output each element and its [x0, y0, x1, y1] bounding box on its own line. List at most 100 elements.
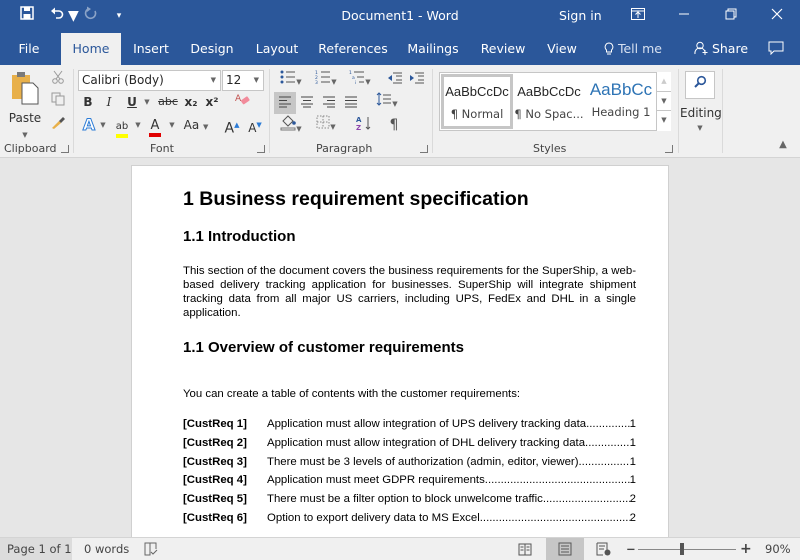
share-button[interactable]: Share: [692, 33, 750, 65]
grow-font-button[interactable]: A▲: [224, 115, 240, 137]
req-text: There must be a filter option to block u…: [267, 493, 543, 505]
customize-qat-icon[interactable]: ▾: [108, 6, 130, 26]
font-color-dropdown-icon[interactable]: ▼: [168, 115, 176, 135]
show-formatting-marks-button[interactable]: ¶: [384, 115, 404, 135]
shrink-font-button[interactable]: A▼: [247, 115, 263, 135]
bullets-button[interactable]: ▼: [276, 70, 306, 90]
sort-button[interactable]: AZ: [354, 115, 374, 135]
style-no-spacing[interactable]: AaBbCcDc ¶ No Spac...: [513, 74, 585, 129]
collapse-ribbon-icon[interactable]: ▲: [776, 135, 790, 155]
tab-home[interactable]: Home: [61, 33, 121, 65]
toc-entry[interactable]: [CustReq 6] Option to export delivery da…: [183, 511, 636, 525]
zoom-slider-thumb[interactable]: [680, 543, 684, 555]
read-mode-icon[interactable]: [518, 538, 536, 560]
web-layout-icon[interactable]: [596, 538, 614, 560]
clear-formatting-icon[interactable]: A: [232, 92, 252, 112]
toc-entry[interactable]: [CustReq 1] Application must allow integ…: [183, 417, 636, 431]
font-dialog-launcher[interactable]: [257, 145, 265, 153]
ribbon-display-options-button[interactable]: [618, 4, 658, 28]
toc-entry[interactable]: [CustReq 5] There must be a filter optio…: [183, 492, 636, 506]
tab-file[interactable]: File: [10, 33, 48, 65]
text-effects-button[interactable]: A: [81, 115, 97, 135]
highlight-dropdown-icon[interactable]: ▼: [134, 115, 142, 135]
tab-layout[interactable]: Layout: [252, 33, 302, 65]
editing-dropdown-icon[interactable]: ▼: [696, 118, 704, 138]
align-center-button[interactable]: [297, 92, 317, 112]
zoom-level[interactable]: 90%: [765, 538, 791, 560]
chevron-down-icon: ▼: [253, 76, 259, 84]
superscript-button[interactable]: x²: [203, 92, 221, 112]
minimize-button[interactable]: [664, 4, 704, 28]
search-icon: [693, 75, 707, 93]
align-left-button[interactable]: [274, 92, 296, 114]
highlight-button[interactable]: ab: [113, 115, 131, 138]
page-count[interactable]: Page 1 of 1: [0, 538, 72, 560]
document-page[interactable]: 1 Business requirement specification 1.1…: [131, 165, 669, 537]
close-button[interactable]: [757, 4, 797, 28]
style-heading-1[interactable]: AaBbCc Heading 1: [585, 74, 657, 129]
restore-button[interactable]: [711, 4, 751, 28]
proofing-icon[interactable]: [144, 538, 158, 560]
sign-in-link[interactable]: Sign in: [559, 8, 602, 23]
print-layout-icon[interactable]: [546, 538, 584, 560]
more-styles-icon[interactable]: ▼: [657, 111, 671, 131]
zoom-in-button[interactable]: +: [740, 538, 752, 560]
tab-references[interactable]: References: [318, 33, 388, 65]
styles-dialog-launcher[interactable]: [665, 145, 673, 153]
style-name: ¶ Normal: [450, 107, 504, 121]
tell-me-button[interactable]: Tell me: [600, 33, 666, 65]
clipboard-dialog-launcher[interactable]: [61, 145, 69, 153]
align-right-button[interactable]: [319, 92, 339, 112]
paste-button[interactable]: Paste ▼: [6, 71, 44, 141]
tab-review[interactable]: Review: [478, 33, 528, 65]
multilevel-list-button[interactable]: 1 a i ▼: [345, 70, 375, 90]
toc-entry[interactable]: [CustReq 4] Application must meet GDPR r…: [183, 473, 636, 487]
line-spacing-button[interactable]: ▼: [372, 92, 402, 112]
scroll-down-icon[interactable]: ▼: [657, 92, 671, 112]
req-text: Option to export delivery data to MS Exc…: [267, 512, 480, 524]
style-preview: AaBbCcDc: [445, 84, 509, 99]
zoom-slider-track[interactable]: [638, 549, 736, 550]
increase-indent-icon[interactable]: [407, 70, 427, 90]
undo-dropdown-icon[interactable]: ▼: [68, 6, 79, 26]
scroll-up-icon[interactable]: ▲: [657, 72, 671, 92]
strikethrough-button[interactable]: abc: [157, 92, 179, 112]
zoom-out-button[interactable]: −: [626, 538, 636, 560]
cut-icon[interactable]: [48, 70, 68, 90]
shading-button[interactable]: ▼: [276, 115, 306, 135]
font-name-combo[interactable]: Calibri (Body) ▼: [78, 70, 221, 91]
italic-button[interactable]: I: [102, 92, 116, 112]
paragraph-dialog-launcher[interactable]: [420, 145, 428, 153]
tab-insert[interactable]: Insert: [127, 33, 175, 65]
save-icon[interactable]: [16, 6, 38, 26]
copy-icon[interactable]: [48, 92, 68, 112]
format-painter-icon[interactable]: [48, 115, 68, 135]
req-id: [CustReq 6]: [183, 512, 247, 524]
comments-button[interactable]: [762, 33, 790, 65]
bold-button[interactable]: B: [81, 92, 95, 112]
undo-icon[interactable]: [46, 6, 68, 26]
tab-mailings[interactable]: Mailings: [404, 33, 462, 65]
toc-entry[interactable]: [CustReq 2] Application must allow integ…: [183, 436, 636, 450]
svg-text:i: i: [355, 80, 356, 84]
font-size-combo[interactable]: 12 ▼: [222, 70, 264, 91]
borders-button[interactable]: ▼: [311, 115, 341, 135]
justify-button[interactable]: [341, 92, 361, 112]
decrease-indent-icon[interactable]: [385, 70, 405, 90]
style-normal[interactable]: AaBbCcDc ¶ Normal: [441, 74, 513, 129]
change-case-button[interactable]: Aa ▼: [181, 115, 211, 135]
underline-dropdown-icon[interactable]: ▼: [143, 92, 151, 112]
req-text: Application must allow integration of DH…: [267, 437, 589, 449]
font-color-button[interactable]: A: [146, 115, 164, 137]
editing-button[interactable]: [685, 71, 715, 99]
subscript-button[interactable]: x₂: [182, 92, 200, 112]
redo-icon[interactable]: [80, 6, 102, 26]
numbering-button[interactable]: 1 2 3 ▼: [311, 70, 341, 90]
svg-text:3: 3: [315, 80, 318, 84]
tab-view[interactable]: View: [544, 33, 580, 65]
text-effects-dropdown-icon[interactable]: ▼: [99, 115, 107, 135]
tab-design[interactable]: Design: [186, 33, 238, 65]
underline-button[interactable]: U: [125, 92, 139, 112]
toc-entry[interactable]: [CustReq 3] There must be 3 levels of au…: [183, 455, 636, 469]
word-count[interactable]: 0 words: [84, 538, 129, 560]
